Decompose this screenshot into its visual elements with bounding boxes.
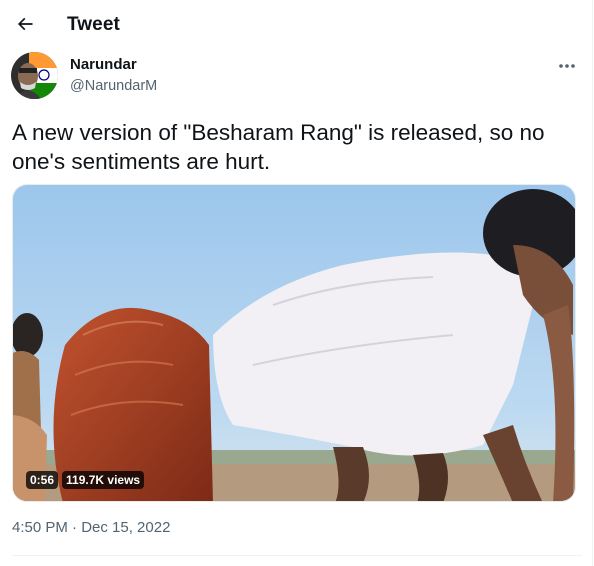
video-thumbnail <box>13 185 575 501</box>
arrow-left-icon <box>17 17 33 31</box>
divider <box>12 555 582 556</box>
page-header: Tweet <box>0 0 592 50</box>
video-duration: 0:56 <box>26 471 59 489</box>
page-title: Tweet <box>67 14 120 35</box>
tweet-text: A new version of "Besharam Rang" is rele… <box>12 120 545 174</box>
column-border <box>592 0 593 566</box>
tweet-timestamp[interactable]: 4:50 PM · Dec 15, 2022 <box>12 519 170 537</box>
video-player[interactable]: 0:56 119.7K views <box>12 184 576 502</box>
more-options-button[interactable] <box>552 54 582 78</box>
author-handle[interactable]: @NarundarM <box>70 77 157 95</box>
video-views: 119.7K views <box>62 471 145 489</box>
more-horizontal-icon <box>559 64 575 68</box>
video-badges: 0:56 119.7K views <box>26 471 145 489</box>
back-button[interactable] <box>8 7 42 41</box>
author-display-name[interactable]: Narundar <box>70 56 137 74</box>
avatar[interactable] <box>11 52 58 99</box>
